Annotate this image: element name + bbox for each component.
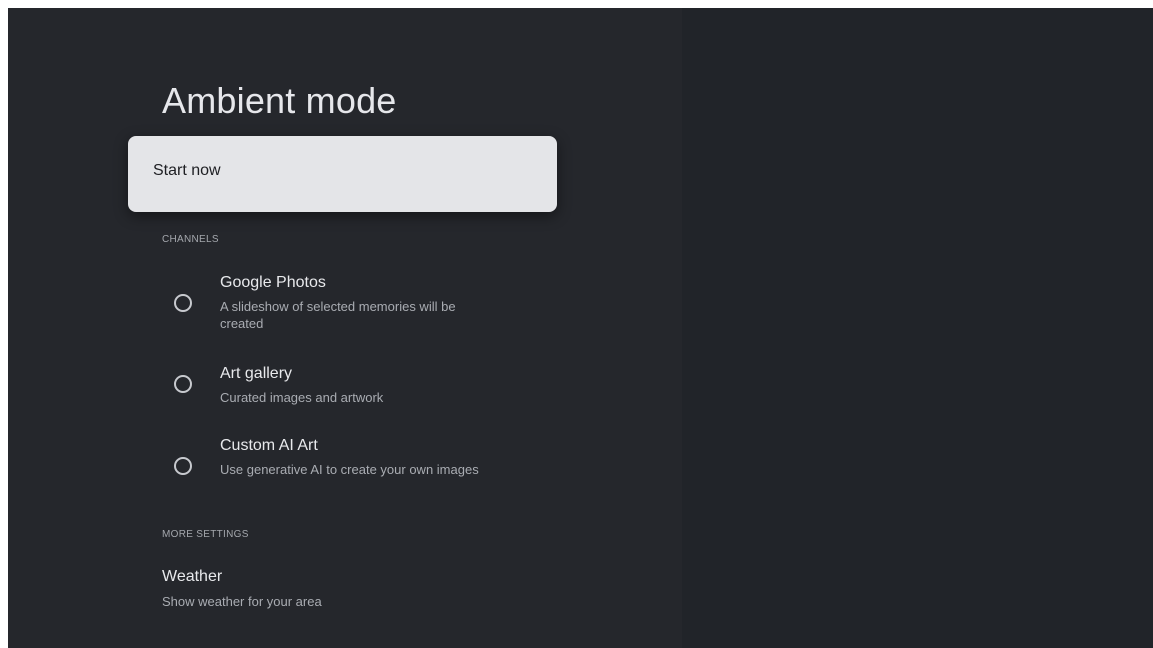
channel-description: Use generative AI to create your own ima… xyxy=(220,462,479,477)
radio-unselected-icon[interactable] xyxy=(174,294,192,312)
channel-title: Custom AI Art xyxy=(220,437,318,454)
start-now-button[interactable]: Start now xyxy=(128,136,557,212)
channel-google-photos[interactable]: Google Photos A slideshow of selected me… xyxy=(158,274,498,338)
setting-title: Weather xyxy=(162,568,223,585)
settings-panel: Ambient mode Start now CHANNELS Google P… xyxy=(8,8,682,648)
tv-screen: Ambient mode Start now CHANNELS Google P… xyxy=(8,8,1153,648)
channel-custom-ai-art[interactable]: Custom AI Art Use generative AI to creat… xyxy=(158,437,498,501)
empty-preview-area xyxy=(682,8,1153,648)
setting-description: Show weather for your area xyxy=(162,594,322,609)
setting-weather[interactable]: Weather Show weather for your area xyxy=(162,568,562,616)
channel-art-gallery[interactable]: Art gallery Curated images and artwork xyxy=(158,365,498,413)
start-now-label: Start now xyxy=(153,162,221,179)
more-settings-header: MORE SETTINGS xyxy=(162,529,249,540)
channel-title: Art gallery xyxy=(220,365,293,382)
channels-header: CHANNELS xyxy=(162,234,219,245)
channel-title: Google Photos xyxy=(220,274,326,291)
radio-unselected-icon[interactable] xyxy=(174,457,192,475)
page-title: Ambient mode xyxy=(162,80,397,121)
radio-unselected-icon[interactable] xyxy=(174,375,192,393)
channel-description: A slideshow of selected memories will be… xyxy=(220,299,456,331)
channel-description: Curated images and artwork xyxy=(220,390,384,405)
